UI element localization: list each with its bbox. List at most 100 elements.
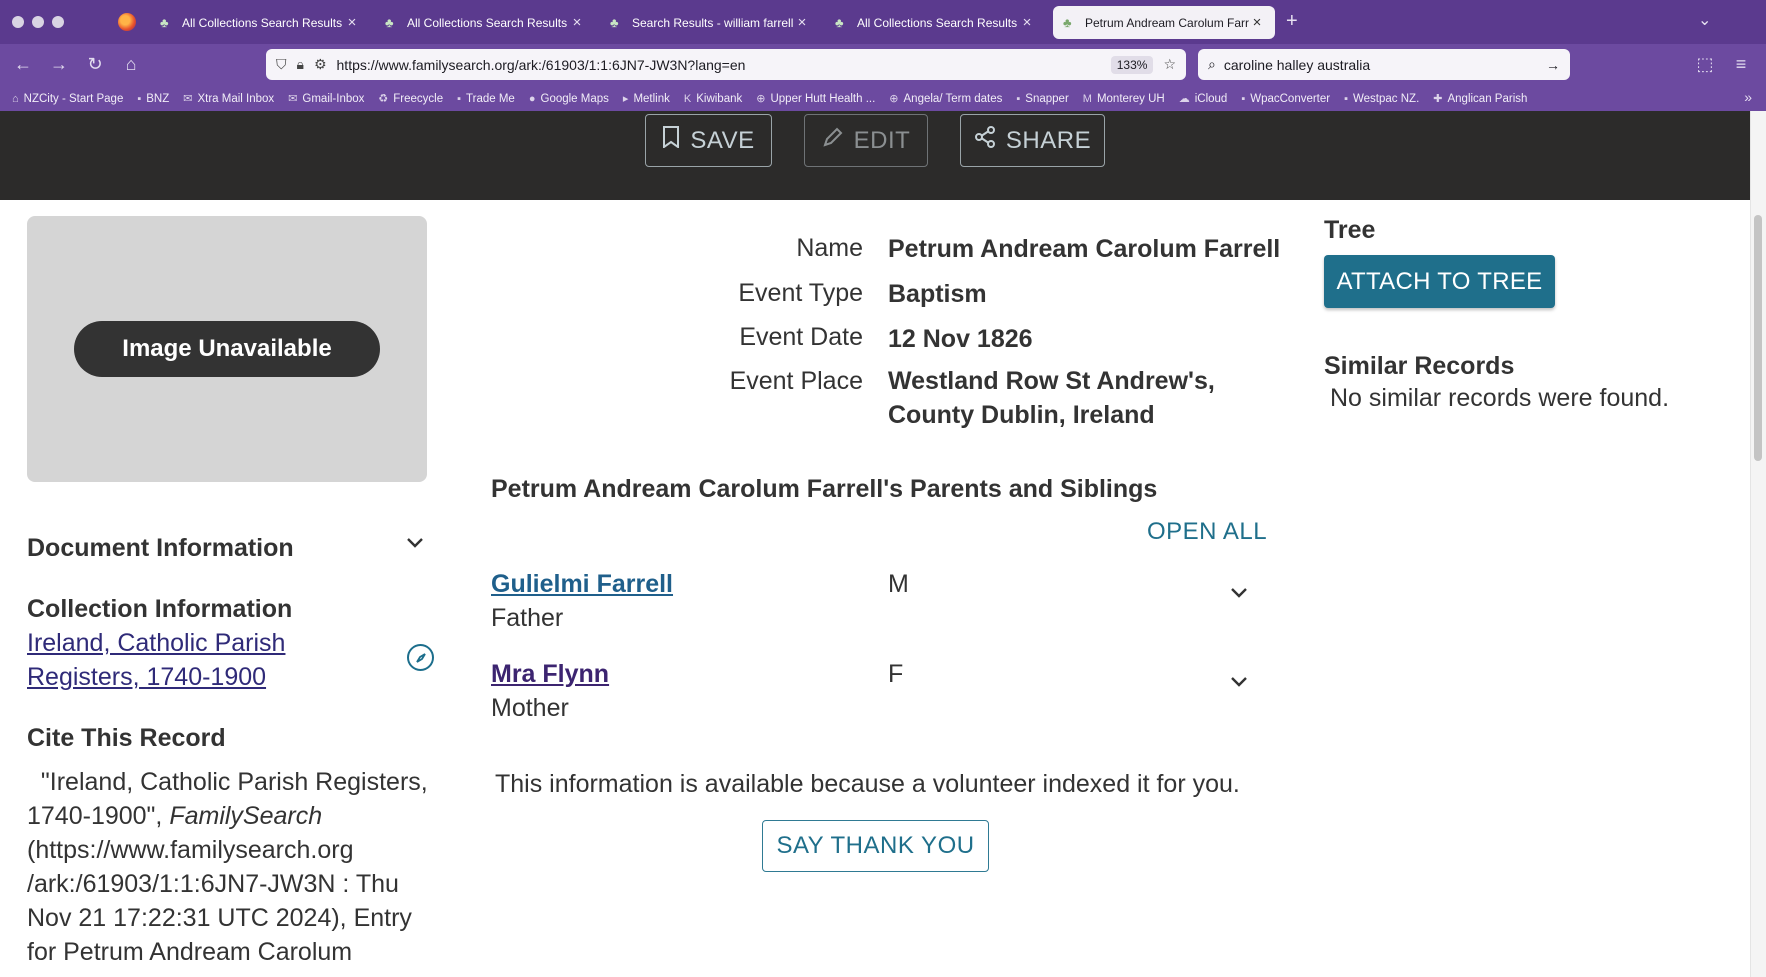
home-icon[interactable]: ⌂ [120,54,142,75]
tab-5-active[interactable]: ♣ Petrum Andream Carolum Farrell × [1053,6,1275,39]
bookmark-item[interactable]: M Monterey UH [1083,93,1165,105]
bookmark-icon [662,126,680,155]
fact-label-event-place: Event Place [729,367,863,395]
tab-close-icon[interactable]: × [344,14,360,31]
map-pin-icon: ● [528,92,536,105]
extensions-icon[interactable]: ⬚ [1694,54,1716,75]
chevron-down-icon[interactable] [1230,672,1248,693]
lock-icon[interactable]: 🔒︎ [297,56,304,73]
fact-label-name: Name [796,234,863,262]
globe-icon: ⊕ [756,93,766,105]
transit-icon: ▸ [622,93,629,105]
compass-icon[interactable] [407,644,434,671]
bookmark-star-icon[interactable]: ☆ [1163,56,1176,73]
chevron-down-icon[interactable] [1230,583,1248,604]
bookmark-item[interactable]: ✚ Anglican Parish [1433,92,1527,106]
recycle-icon: ♻ [378,93,389,105]
similar-records-message: No similar records were found. [1330,384,1670,412]
bookmark-item[interactable]: ▪ Trade Me [457,93,515,105]
bookmark-item[interactable]: ⊕ Angela/ Term dates [889,92,1002,106]
search-icon: ⌕ [1208,56,1216,72]
card-icon: ▪ [1016,92,1021,105]
firefox-logo-icon [118,13,136,31]
page-scrollbar-thumb[interactable] [1754,215,1762,461]
tab-close-icon[interactable]: × [1019,14,1035,31]
familysearch-tree-icon: ♣ [160,14,169,30]
bookmark-item[interactable]: ♻ Freecycle [378,92,443,106]
mail-icon: ✉ [288,93,298,105]
app-menu-hamburger-icon[interactable]: ≡ [1730,54,1752,75]
tab-close-icon[interactable]: × [794,14,810,31]
bookmark-item[interactable]: ▪ WpacConverter [1241,93,1330,105]
similar-records-heading: Similar Records [1324,352,1515,380]
bookmark-item[interactable]: ☁ iCloud [1178,92,1228,106]
share-icon [974,126,996,155]
search-query-text[interactable]: caroline halley australia [1224,57,1546,73]
new-tab-plus-icon[interactable]: + [1286,10,1298,33]
chevron-down-icon[interactable] [406,533,424,554]
permissions-icon[interactable]: ⚙︎ [314,56,327,73]
father-name-link[interactable]: Gulielmi Farrell [491,570,673,599]
mail-icon: ✉ [183,93,193,105]
mother-name-link[interactable]: Mra Flynn [491,660,609,689]
document-information-heading[interactable]: Document Information [27,534,294,563]
record-image-placeholder: Image Unavailable [27,216,427,482]
bookmark-item[interactable]: ⊕ Upper Hutt Health ... [756,92,875,106]
tab-bar: ♣ All Collections Search Results × ♣ All… [0,0,1766,44]
volunteer-notice: This information is available because a … [495,770,1240,798]
mother-sex: F [888,660,904,688]
save-button[interactable]: SAVE [645,114,772,167]
address-bar[interactable]: ⛉ 🔒︎ ⚙︎ https://www.familysearch.org/ark… [266,49,1186,80]
tab-1[interactable]: ♣ All Collections Search Results × [150,6,370,39]
zoom-level-badge[interactable]: 133% [1110,55,1154,74]
reload-icon[interactable]: ↻ [84,54,106,75]
familysearch-tree-icon: ♣ [1063,14,1072,30]
citation-text: "Ireland, Catholic Parish Registers, 174… [27,768,428,966]
familysearch-tree-icon: ♣ [835,14,844,30]
tab-title: All Collections Search Results [857,15,1018,30]
window-close-dot[interactable] [12,16,24,28]
tab-2[interactable]: ♣ All Collections Search Results × [375,6,595,39]
window-zoom-dot[interactable] [52,16,64,28]
open-all-button[interactable]: OPEN ALL [1147,518,1267,546]
tab-title: All Collections Search Results [407,15,568,30]
cite-this-record-heading: Cite This Record [27,724,226,752]
pencil-icon [822,126,844,155]
list-all-tabs-chevron-icon[interactable]: ⌄ [1698,10,1711,30]
bookmark-item[interactable]: K Kiwibank [684,93,742,105]
tree-heading: Tree [1324,216,1376,244]
fact-label-event-date: Event Date [739,323,863,351]
attach-to-tree-button[interactable]: ATTACH TO TREE [1324,255,1555,308]
search-bar[interactable]: ⌕ caroline halley australia → [1198,49,1570,80]
bookmark-item[interactable]: ▪ Snapper [1016,93,1068,105]
back-arrow-icon[interactable]: ← [12,54,34,75]
bookmark-item[interactable]: ✉ Gmail-Inbox [288,92,364,106]
window-minimize-dot[interactable] [32,16,44,28]
tab-4[interactable]: ♣ All Collections Search Results × [825,6,1045,39]
bookmarks-toolbar: ⌂ NZCity - Start Page ▪ BNZ ✉ Xtra Mail Inb… [0,86,1766,111]
share-button[interactable]: SHARE [960,114,1105,167]
say-thank-you-button[interactable]: SAY THANK YOU [762,820,989,872]
fact-value-event-type: Baptism [888,280,987,308]
bookmark-item[interactable]: ▪ BNZ [137,93,169,105]
bookmark-item[interactable]: ✉ Xtra Mail Inbox [183,92,274,106]
search-go-arrow-icon[interactable]: → [1546,57,1560,73]
edit-button[interactable]: EDIT [804,114,928,167]
bookmark-item[interactable]: ⌂ NZCity - Start Page [12,93,123,105]
bookmark-item[interactable]: ▪ Westpac NZ. [1344,93,1419,105]
bank-icon: ▪ [1344,92,1349,105]
bookmark-item[interactable]: ▸ Metlink [622,92,670,106]
tab-close-icon[interactable]: × [569,14,585,31]
bookmark-item[interactable]: ● Google Maps [529,93,609,105]
url-text[interactable]: https://www.familysearch.org/ark:/61903/… [337,57,1111,73]
cloud-icon: ☁ [1178,93,1190,105]
edit-label: EDIT [853,126,911,154]
collection-link[interactable]: Ireland, Catholic Parish Registers, 1740… [27,626,327,694]
tab-3[interactable]: ♣ Search Results - william farrell × [600,6,820,39]
tab-close-icon[interactable]: × [1249,14,1265,31]
tracking-shield-icon[interactable]: ⛉ [276,56,287,73]
forward-arrow-icon[interactable]: → [48,54,70,75]
letter-m-icon: M [1082,92,1092,105]
bookmarks-overflow-chevron-icon[interactable]: » [1744,89,1752,105]
tag-icon: ▪ [457,92,462,105]
